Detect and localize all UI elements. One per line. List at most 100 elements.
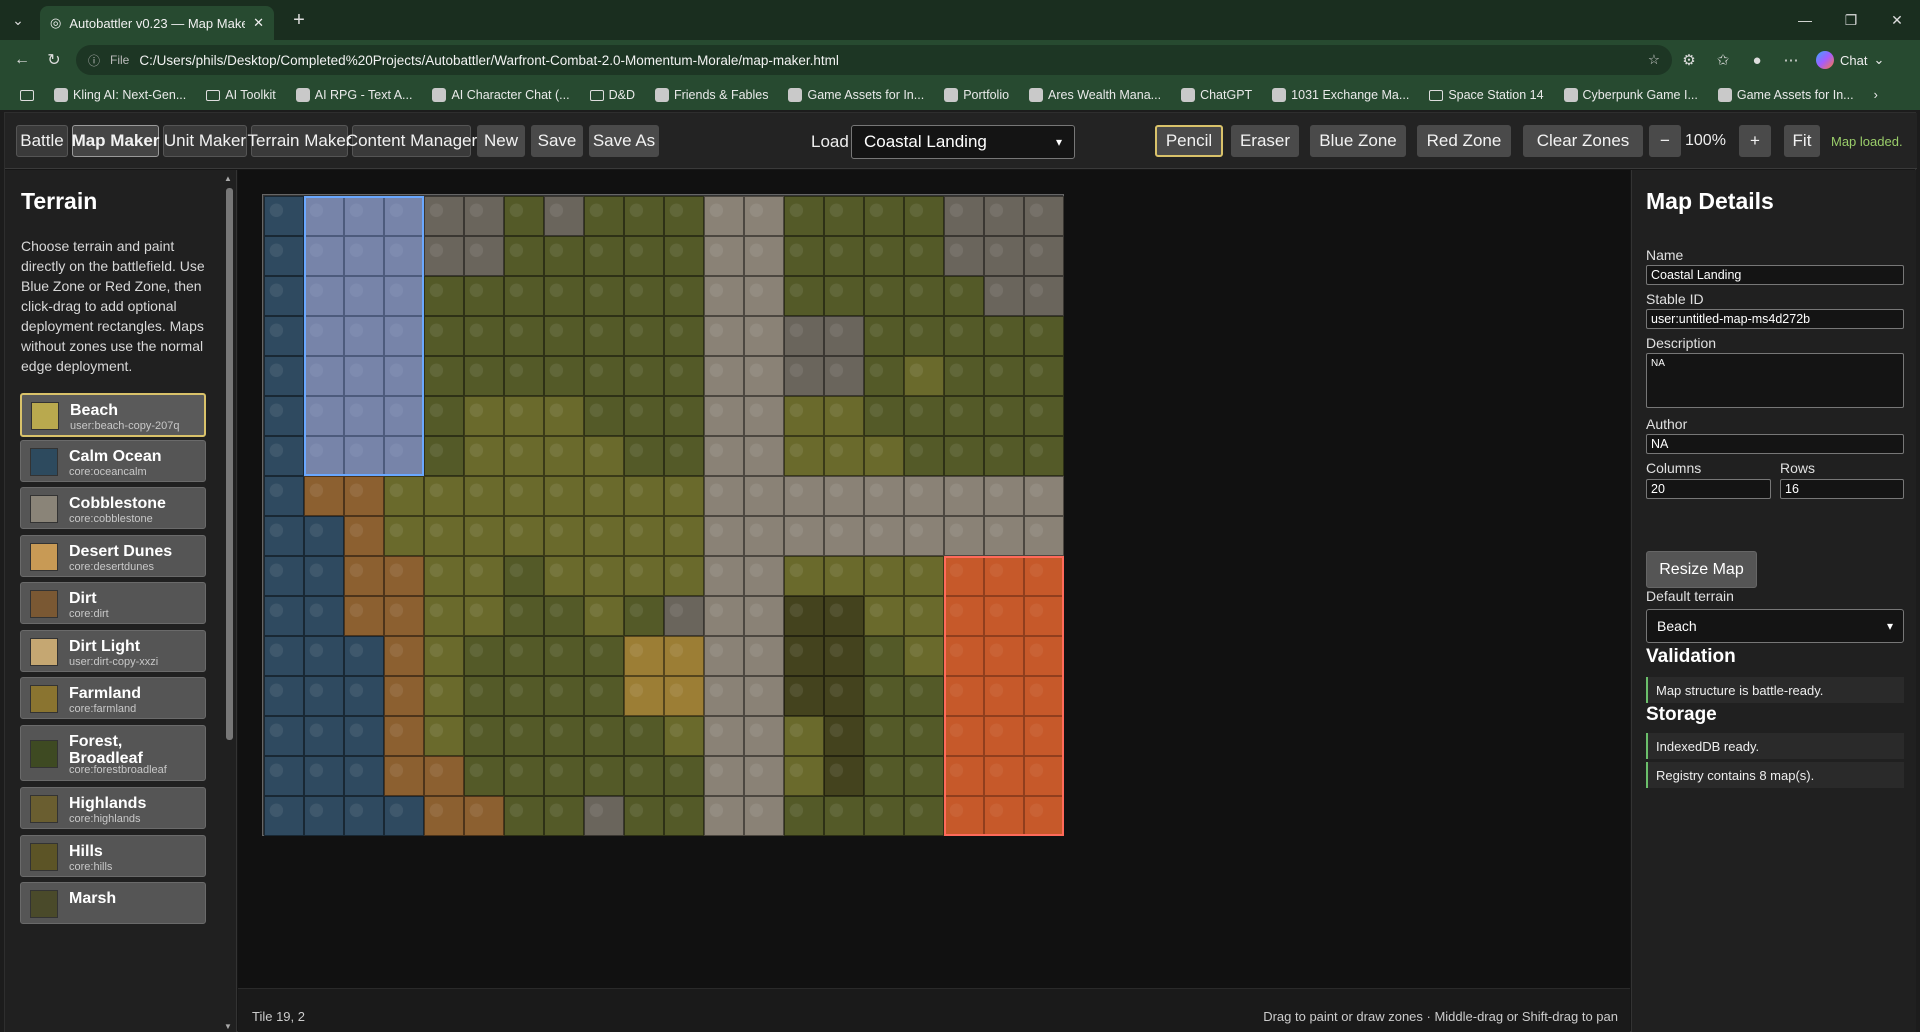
map-tile[interactable] [304, 516, 344, 556]
map-tile[interactable] [584, 596, 624, 636]
terrain-item-dirt[interactable]: Dirt core:dirt [20, 582, 206, 624]
map-tile[interactable] [824, 236, 864, 276]
map-tile[interactable] [664, 676, 704, 716]
map-tile[interactable] [704, 236, 744, 276]
map-name-input[interactable]: Coastal Landing [1646, 265, 1904, 285]
map-tile[interactable] [784, 516, 824, 556]
map-canvas-area[interactable]: Tile 19, 2 Drag to paint or draw zones ·… [238, 170, 1630, 1032]
map-tile[interactable] [624, 596, 664, 636]
map-tile[interactable] [944, 436, 984, 476]
map-tile[interactable] [864, 596, 904, 636]
terrain-item-marsh[interactable]: Marsh [20, 882, 206, 924]
pencil-tool-button[interactable]: Pencil [1155, 125, 1223, 157]
map-tile[interactable] [784, 316, 824, 356]
map-tile[interactable] [1024, 356, 1064, 396]
map-tile[interactable] [624, 636, 664, 676]
map-tile[interactable] [824, 716, 864, 756]
map-tile[interactable] [344, 636, 384, 676]
map-tile[interactable] [744, 596, 784, 636]
bookmarks-toggle-icon[interactable] [10, 89, 44, 101]
map-tile[interactable] [424, 796, 464, 836]
scroll-down-icon[interactable]: ▼ [224, 1022, 232, 1031]
bookmark-2[interactable]: AI RPG - Text A... [286, 88, 423, 102]
terrain-item-cobblestone[interactable]: Cobblestone core:cobblestone [20, 487, 206, 529]
info-icon[interactable]: ⓘ [88, 52, 100, 69]
map-tile[interactable] [504, 676, 544, 716]
map-tile[interactable] [784, 476, 824, 516]
map-tile[interactable] [504, 636, 544, 676]
map-tile[interactable] [584, 516, 624, 556]
terrain-item-hills[interactable]: Hills core:hills [20, 835, 206, 877]
map-tile[interactable] [424, 636, 464, 676]
map-tile[interactable] [824, 396, 864, 436]
map-tile[interactable] [544, 396, 584, 436]
map-tile[interactable] [264, 596, 304, 636]
map-tile[interactable] [624, 356, 664, 396]
terrain-item-calm-ocean[interactable]: Calm Ocean core:oceancalm [20, 440, 206, 482]
map-tile[interactable] [1024, 516, 1064, 556]
favorite-star-icon[interactable]: ☆ [1648, 52, 1660, 68]
map-tile[interactable] [464, 276, 504, 316]
map-tile[interactable] [784, 636, 824, 676]
map-tile[interactable] [424, 596, 464, 636]
bookmark-12[interactable]: Cyberpunk Game I... [1554, 88, 1708, 102]
map-tile[interactable] [584, 276, 624, 316]
map-tile[interactable] [784, 436, 824, 476]
eraser-tool-button[interactable]: Eraser [1231, 125, 1299, 157]
bookmark-4[interactable]: D&D [580, 88, 645, 102]
map-tile[interactable] [784, 396, 824, 436]
map-tile[interactable] [584, 316, 624, 356]
map-tile[interactable] [1024, 196, 1064, 236]
clear-zones-button[interactable]: Clear Zones [1523, 125, 1643, 157]
map-tile[interactable] [624, 556, 664, 596]
map-tile[interactable] [904, 276, 944, 316]
map-tile[interactable] [464, 556, 504, 596]
map-tile[interactable] [584, 356, 624, 396]
map-tile[interactable] [904, 756, 944, 796]
map-tile[interactable] [384, 756, 424, 796]
map-tile[interactable] [904, 436, 944, 476]
terrain-item-beach[interactable]: Beach user:beach-copy-207q [20, 393, 206, 437]
map-tile[interactable] [584, 396, 624, 436]
map-tile[interactable] [784, 236, 824, 276]
map-tile[interactable] [464, 356, 504, 396]
resize-map-button[interactable]: Resize Map [1646, 551, 1757, 588]
map-tile[interactable] [304, 636, 344, 676]
minimize-icon[interactable]: — [1782, 0, 1828, 40]
map-tile[interactable] [424, 236, 464, 276]
map-tile[interactable] [864, 556, 904, 596]
map-tile[interactable] [264, 716, 304, 756]
map-tile[interactable] [384, 596, 424, 636]
map-tile[interactable] [384, 796, 424, 836]
map-tile[interactable] [944, 316, 984, 356]
map-tile[interactable] [624, 236, 664, 276]
map-tile[interactable] [344, 596, 384, 636]
map-tile[interactable] [744, 716, 784, 756]
map-tile[interactable] [264, 756, 304, 796]
terrain-item-dirt-light[interactable]: Dirt Light user:dirt-copy-xxzi [20, 630, 206, 672]
map-tile[interactable] [344, 676, 384, 716]
map-tile[interactable] [584, 636, 624, 676]
map-tile[interactable] [584, 796, 624, 836]
map-tile[interactable] [824, 756, 864, 796]
map-board[interactable] [262, 194, 1064, 836]
map-tile[interactable] [664, 396, 704, 436]
map-tile[interactable] [864, 236, 904, 276]
map-tile[interactable] [464, 236, 504, 276]
map-tile[interactable] [984, 436, 1024, 476]
map-tile[interactable] [824, 636, 864, 676]
map-tile[interactable] [904, 396, 944, 436]
map-tile[interactable] [544, 596, 584, 636]
map-tile[interactable] [504, 276, 544, 316]
map-tile[interactable] [424, 316, 464, 356]
url-field[interactable]: ⓘ File C:/Users/phils/Desktop/Completed%… [76, 45, 1672, 75]
map-tile[interactable] [784, 556, 824, 596]
map-tile[interactable] [504, 196, 544, 236]
map-tile[interactable] [864, 676, 904, 716]
map-tile[interactable] [424, 396, 464, 436]
map-tile[interactable] [1024, 316, 1064, 356]
map-tile[interactable] [864, 516, 904, 556]
map-tile[interactable] [264, 236, 304, 276]
map-tile[interactable] [864, 276, 904, 316]
map-tile[interactable] [264, 556, 304, 596]
